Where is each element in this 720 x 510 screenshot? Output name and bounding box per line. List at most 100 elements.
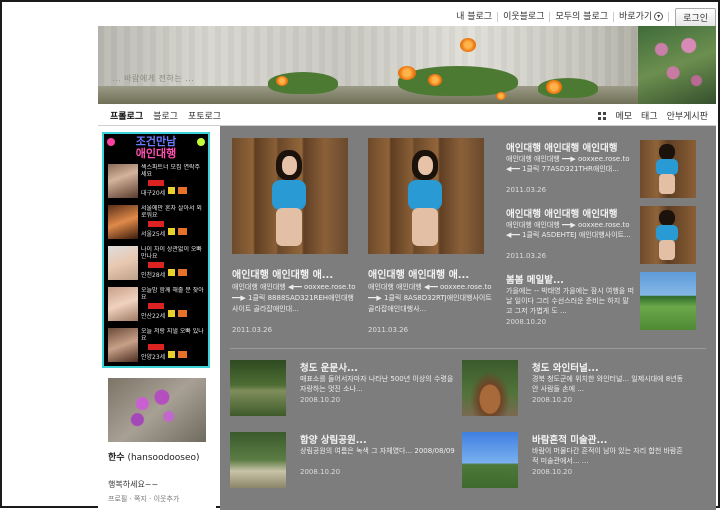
ad-row[interactable]: 서울에만 혼자 살아서 외로워요 서울25세	[108, 205, 206, 243]
post-photo[interactable]	[232, 138, 348, 254]
add-neighbor-link[interactable]: 이웃추가	[154, 495, 180, 503]
tab-tag[interactable]: 태그	[641, 109, 658, 122]
banner-flower	[428, 74, 442, 86]
post-title[interactable]: 바람흔적 미술관...	[532, 432, 607, 446]
post-desc: 경북 청도군에 위치한 와인터널... 일제시대에 8년동안 사람들 손에 ..…	[532, 375, 684, 393]
ad-text: 서울에만 혼자 살아서 외로워요	[141, 205, 202, 219]
ad-meta: 안양23세	[141, 354, 166, 361]
banner-side-photo	[638, 26, 716, 104]
shortcut-label: 바로가기	[619, 12, 653, 22]
post-thumbnail[interactable]	[462, 432, 518, 488]
everyone-blog-link[interactable]: 모두의 블로그	[550, 12, 615, 22]
ad-orange-icon	[178, 310, 187, 317]
girl-figure	[408, 150, 444, 248]
post-thumbnail[interactable]	[462, 360, 518, 416]
chevron-down-icon: ▾	[654, 12, 664, 21]
ad-text: 나이 차이 상관없이 오빠 만나요	[141, 246, 202, 260]
post-thumbnail[interactable]	[640, 206, 696, 264]
ad-row[interactable]: 오늘밤 함께 해줄 분 찾아요 안산22세	[108, 287, 206, 325]
ad-text: 오늘밤 함께 해줄 분 찾아요	[141, 287, 204, 301]
post-date: 2008.10.20	[300, 396, 341, 404]
login-button[interactable]: 로그인	[675, 7, 716, 27]
tab-guestbook[interactable]: 안부게시판	[667, 109, 708, 122]
ad-yellow-icon	[168, 187, 175, 194]
ad-row[interactable]: 섹스파트너 모집 연락주세요 대구20세	[108, 164, 206, 202]
neighbor-blog-link[interactable]: 이웃블로그	[498, 12, 551, 22]
ad-orange-icon	[178, 228, 187, 235]
post-title[interactable]: 애인대행 애인대행 애인대행	[506, 140, 618, 154]
ad-row[interactable]: 오늘 저랑 지낼 오빠 있나요 안양23세	[108, 328, 206, 366]
tab-prologue[interactable]: 프롤로그	[110, 109, 143, 122]
banner-flower	[398, 66, 416, 80]
ad-row[interactable]: 나이 차이 상관없이 오빠 만나요 인천28세	[108, 246, 206, 284]
post-date: 2011.03.26	[506, 252, 547, 260]
message-link[interactable]: 쪽지	[134, 495, 147, 503]
ad-badge	[148, 262, 164, 268]
ad-banner[interactable]: 조건만남 애인대행 섹스파트너 모집 연락주세요 대구20세 서울에만 혼자 살…	[102, 132, 210, 368]
post-desc: 애인대행 애인대행 ◀━━ ooxxee.rose.to ━━▶ 1클릭 8AS…	[368, 283, 492, 313]
tab-blog[interactable]: 블로그	[153, 109, 178, 122]
post-date: 2008.10.20	[300, 468, 341, 476]
list-post[interactable]: 바람흔적 미술관... 바람이 머물다간 흔적이 남아 있는 자리 합천 바람흔…	[462, 432, 694, 494]
list-post[interactable]: 청도 와인터널... 경북 청도군에 위치한 와인터널... 일제시대에 8년동…	[462, 360, 694, 422]
profile-link[interactable]: 프로필	[108, 495, 127, 503]
post-photo[interactable]	[368, 138, 484, 254]
ad-yellow-icon	[168, 228, 175, 235]
post-title[interactable]: 애인대행 애인대행 애...	[232, 266, 356, 281]
post-desc: 상림공원의 여름은 녹색 그 자체였다... 2008/08/09	[300, 447, 455, 455]
ad-meta: 서울25세	[141, 231, 166, 238]
banner-flower	[460, 38, 476, 52]
ad-yellow-icon	[168, 310, 175, 317]
my-blog-link[interactable]: 내 블로그	[451, 12, 499, 22]
list-post[interactable]: 함양 상림공원... 상림공원의 여름은 녹색 그 자체였다... 2008/0…	[230, 432, 462, 494]
tab-photolog[interactable]: 포토로그	[188, 109, 221, 122]
list-post[interactable]: 청도 운문사... 매표소를 들어서자마자 나타난 500년 이상의 수령을 자…	[230, 360, 462, 422]
post-date: 2008.10.20	[532, 396, 573, 404]
ad-meta: 대구20세	[141, 190, 166, 197]
ad-thumbnail	[108, 246, 138, 280]
post-title[interactable]: 봄봄 메일밭...	[506, 272, 564, 286]
post-date: 2008.10.20	[532, 468, 573, 476]
ad-meta: 인천28세	[141, 272, 166, 279]
post-title[interactable]: 애인대행 애인대행 애...	[368, 266, 492, 281]
tab-memo[interactable]: 메모	[615, 109, 632, 122]
post-thumbnail[interactable]	[230, 432, 286, 488]
post-thumbnail[interactable]	[640, 140, 696, 198]
blog-window: 내 블로그 이웃블로그 모두의 블로그 바로가기 ▾ 로그인 ... 바람에게 전…	[0, 0, 720, 510]
ad-yellow-icon	[168, 351, 175, 358]
post-thumbnail[interactable]	[230, 360, 286, 416]
profile-name[interactable]: 한수 (hansoodooseo)	[108, 452, 212, 464]
ad-badge	[148, 180, 164, 186]
shortcut-link[interactable]: 바로가기 ▾	[614, 12, 670, 22]
banner-flower	[496, 92, 506, 100]
ad-thumbnail	[108, 328, 138, 362]
ad-badge	[148, 344, 164, 350]
ad-thumbnail	[108, 205, 138, 239]
top-utility-bar: 내 블로그 이웃블로그 모두의 블로그 바로가기 ▾ 로그인	[98, 7, 716, 27]
ad-yellow-icon	[168, 269, 175, 276]
ad-thumbnail	[108, 164, 138, 198]
ad-subtitle: 애인대행	[135, 147, 177, 160]
post-title[interactable]: 청도 와인터널...	[532, 360, 599, 374]
ad-badge	[148, 303, 164, 309]
sidebar: 조건만남 애인대행 섹스파트너 모집 연락주세요 대구20세 서울에만 혼자 살…	[98, 126, 216, 510]
ad-thumbnail	[108, 287, 138, 321]
ad-meta: 안산22세	[141, 313, 166, 320]
post-title[interactable]: 함양 상림공원...	[300, 432, 367, 446]
section-divider	[230, 348, 706, 349]
banner-flower	[546, 80, 562, 94]
profile-nickname: 한수	[108, 453, 125, 463]
banner-caption: ... 바람에게 전하는 ...	[112, 74, 195, 83]
profile-photo[interactable]	[108, 378, 206, 442]
post-desc: 바람이 머물다간 흔적이 남아 있는 자리 합천 바람흔적 미술관에서... .…	[532, 447, 683, 465]
prologue-content: 애인대행 애인대행 애... 애인대행 애인대행 ◀━━ ooxxee.rose…	[220, 126, 716, 510]
post-title[interactable]: 애인대행 애인대행 애인대행	[506, 206, 618, 220]
post-thumbnail[interactable]	[640, 272, 696, 330]
ad-orange-icon	[178, 351, 187, 358]
grid-icon[interactable]	[598, 111, 607, 120]
post-desc: 매표소를 들어서자마자 나타난 500년 이상의 수령을 자랑하는 멋진 소나.…	[300, 375, 454, 393]
post-date: 2011.03.26	[506, 186, 547, 194]
post-desc: 애인대행 애인대행 ━━▶ ooxxee.rose.to ◀━━ 1클릭 77A…	[506, 155, 630, 173]
post-desc: 가을에는 -- 박태영 가을에는 잠시 여행을 떠날 일이다 그리 수선스러운 …	[506, 287, 634, 315]
post-title[interactable]: 청도 운문사...	[300, 360, 358, 374]
